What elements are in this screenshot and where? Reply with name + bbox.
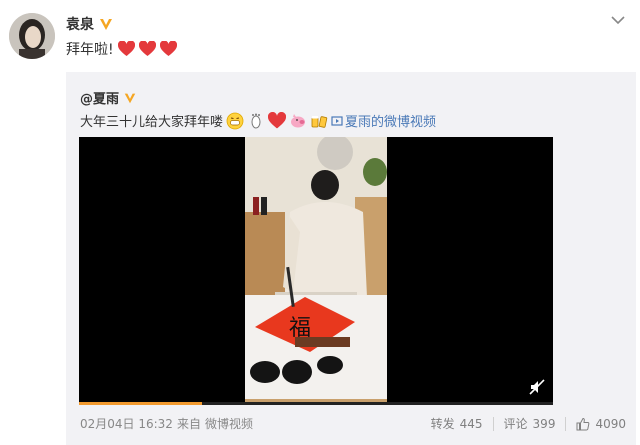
repost-count[interactable]: 445 xyxy=(460,417,483,431)
like-count[interactable]: 4090 xyxy=(595,417,626,431)
repost-author[interactable]: @夏雨 xyxy=(80,88,138,107)
repost-button[interactable]: 转发 445 xyxy=(431,415,483,432)
action-bar: 转发 445 评论 399 4090 xyxy=(431,415,626,432)
verified-badge-icon xyxy=(122,90,138,106)
pig-emoji-icon xyxy=(291,113,306,127)
heart-icon xyxy=(138,41,156,56)
video-link-text[interactable]: 夏雨的微博视频 xyxy=(345,111,436,130)
repost-content: 大年三十儿给大家拜年喽 夏雨的微博视频 xyxy=(80,111,436,130)
divider xyxy=(565,416,567,431)
video-player[interactable]: 福 xyxy=(79,137,553,405)
video-progress-bar[interactable] xyxy=(79,402,553,405)
repost-label[interactable]: 转发 xyxy=(431,415,455,432)
post-content: 拜年啦! xyxy=(66,39,177,59)
divider xyxy=(492,416,494,431)
heart-icon xyxy=(117,41,135,56)
video-frame: 福 xyxy=(245,137,387,405)
source-prefix: 来自 xyxy=(176,417,201,431)
comment-count[interactable]: 399 xyxy=(533,417,556,431)
post-source[interactable]: 微博视频 xyxy=(205,415,253,432)
feet-emoji-icon xyxy=(251,113,261,128)
mute-icon[interactable] xyxy=(529,379,545,395)
post-meta: 02月04日 16:32 来自 微博视频 xyxy=(80,415,253,432)
post-time[interactable]: 02月04日 16:32 xyxy=(80,415,173,432)
grin-emoji-icon xyxy=(226,112,244,129)
comment-button[interactable]: 评论 399 xyxy=(504,415,556,432)
repost-text: 大年三十儿给大家拜年喽 xyxy=(80,115,224,130)
chevron-down-icon[interactable] xyxy=(608,12,628,28)
video-link[interactable]: 夏雨的微博视频 xyxy=(331,111,436,130)
video-link-icon xyxy=(331,115,343,126)
like-button[interactable]: 4090 xyxy=(576,417,626,431)
avatar[interactable] xyxy=(9,13,55,59)
post-text: 拜年啦! xyxy=(66,42,114,58)
heart-emoji-icon xyxy=(268,111,287,128)
verified-badge-icon xyxy=(98,16,114,32)
cheers-emoji-icon xyxy=(311,115,328,128)
video-progress-fill xyxy=(79,402,203,405)
author-name[interactable]: 袁泉 xyxy=(66,14,114,34)
author-name-text[interactable]: 袁泉 xyxy=(66,14,94,34)
thumbs-up-icon[interactable] xyxy=(576,417,590,431)
repost-author-text[interactable]: @夏雨 xyxy=(80,88,119,107)
comment-label[interactable]: 评论 xyxy=(504,415,528,432)
heart-icon xyxy=(159,41,177,56)
repost-card: @夏雨 大年三十儿给大家拜年喽 夏雨的微博视频 福 02月04日 16:32 来… xyxy=(66,72,636,445)
